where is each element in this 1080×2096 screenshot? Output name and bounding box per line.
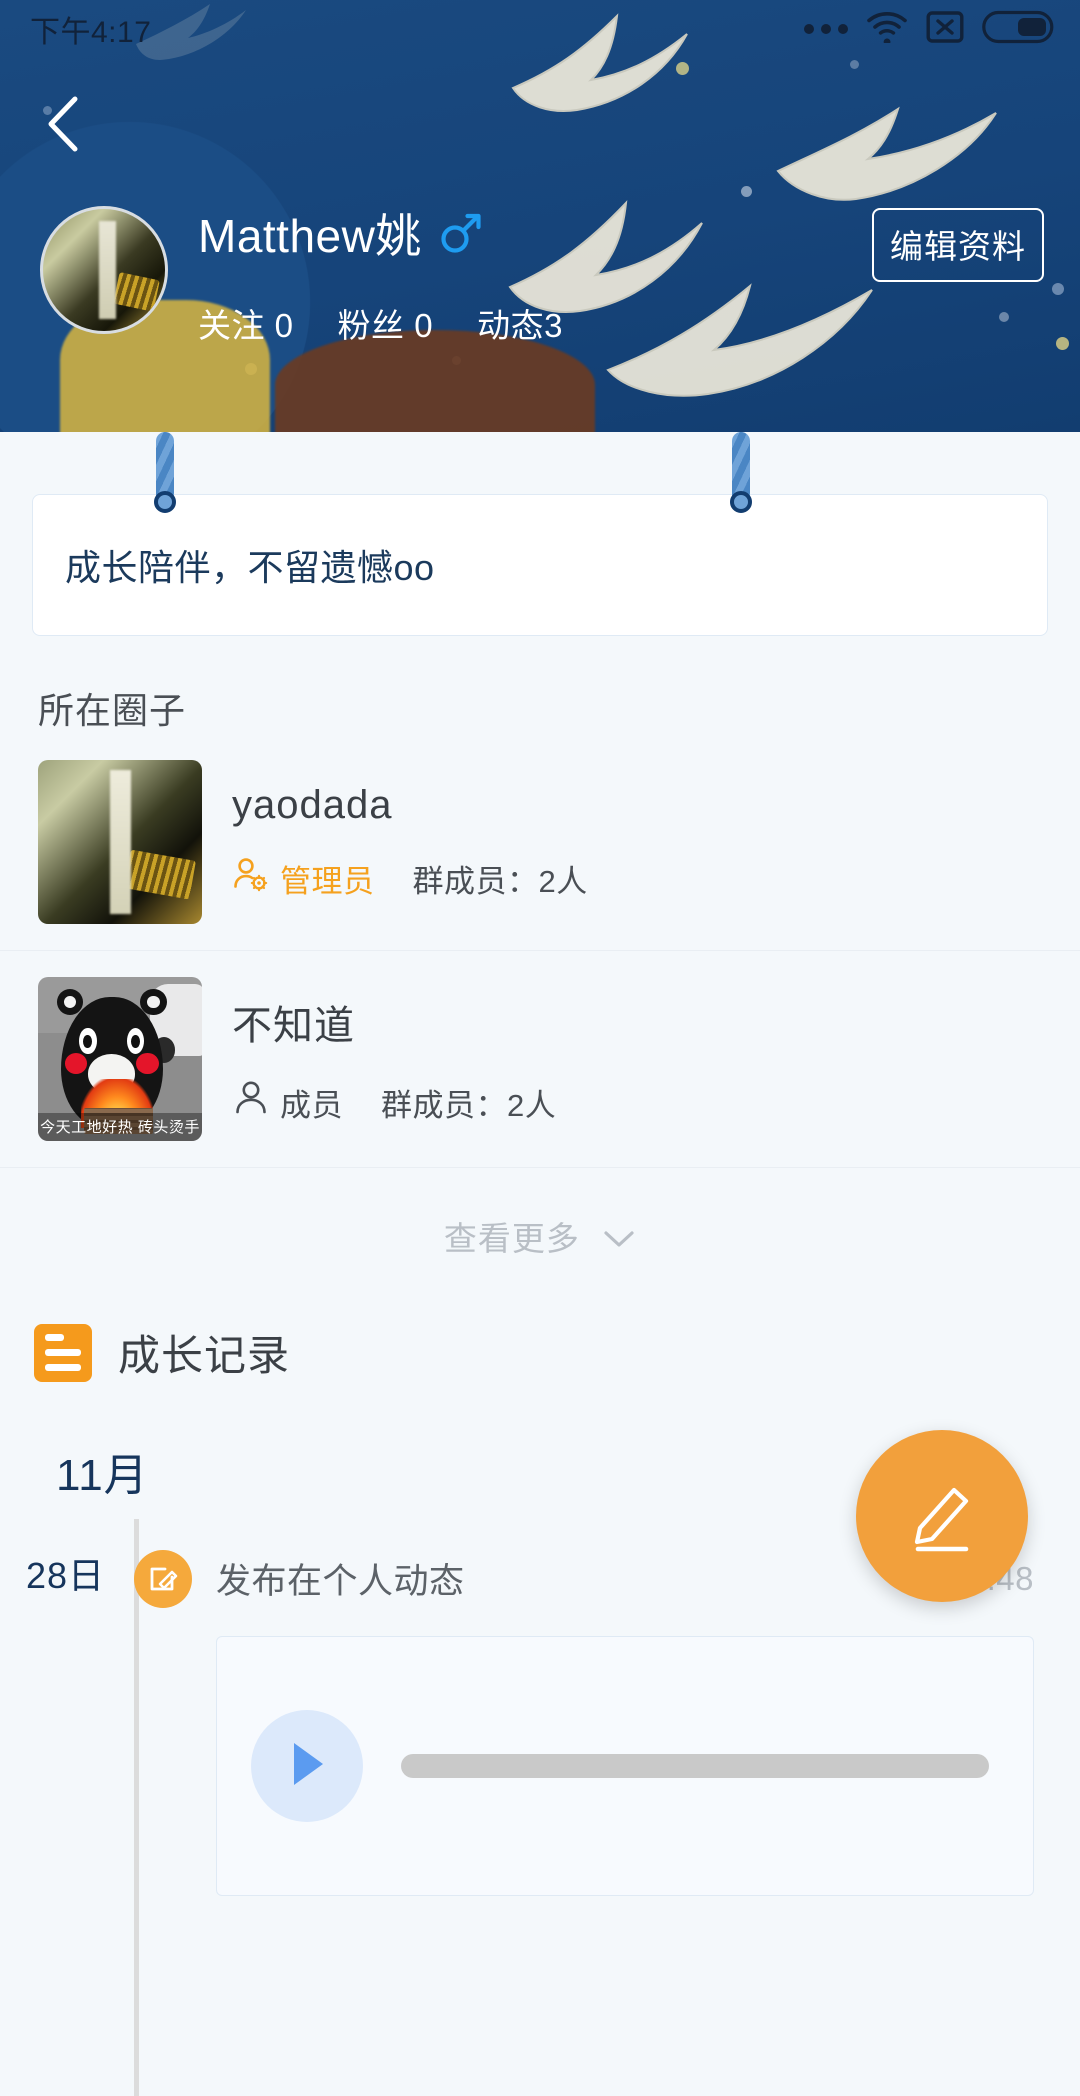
confetti-dot [999,312,1009,322]
group-role: 管理员 [232,856,375,902]
timeline-line [134,1519,139,2096]
bear-eye-icon [79,1028,97,1055]
group-role-label: 管理员 [280,864,375,899]
edit-profile-button[interactable]: 编辑资料 [872,208,1044,282]
play-icon [285,1739,329,1794]
confetti-dot [1056,337,1069,350]
confetti-dot [850,60,859,69]
bird-decoration [772,95,1002,225]
status-time: 下午4:17 [30,16,152,49]
play-button[interactable] [251,1710,363,1822]
bio-card[interactable]: 成长陪伴，不留遗憾oo [32,494,1048,636]
male-gender-icon [438,210,484,261]
group-name: 不知道 [232,1004,355,1048]
bear-ear-icon [140,988,167,1016]
group-member-count: 群成员：2人 [381,1087,557,1123]
user-icon [232,1079,270,1125]
group-meta: 成员 群成员：2人 [232,1079,1048,1125]
confetti-dot [676,62,689,75]
wifi-icon [866,11,908,48]
stat-following[interactable]: 关注 0 [198,299,294,347]
bear-cheek-icon [136,1053,159,1075]
profile-header: 下午4:17 Matthew姚 关注 0 粉丝 0 动态3 编辑资料 [0,0,1080,432]
group-member-count: 群成员：2人 [412,864,588,899]
timeline-entry-label: 发布在个人动态 [216,1562,465,1601]
view-more-label: 查看更多 [443,1220,580,1257]
groups-section-title: 所在圈子 [38,690,187,731]
stat-posts[interactable]: 动态3 [477,299,563,347]
group-name: yaodada [232,782,393,827]
audio-player-card[interactable] [216,1636,1034,1896]
pin-right-icon [730,432,752,513]
growth-record-header: 成长记录 [0,1300,1080,1383]
confetti-dot [1052,283,1064,295]
view-more-button[interactable]: 查看更多 [0,1168,1080,1300]
back-button[interactable] [26,88,102,164]
pin-left-icon [154,432,176,513]
bio-section: 成长陪伴，不留遗憾oo [0,432,1080,636]
audio-progress-bar[interactable] [401,1754,989,1778]
user-gear-icon [232,856,270,902]
group-role: 成员 [232,1079,343,1125]
group-avatar-caption: 今天工地好热 砖头烫手 [38,1113,202,1141]
timeline: 28日 发布在个人动态 11-2 :48 [0,1519,1080,2096]
profile-info: Matthew姚 关注 0 粉丝 0 动态3 [198,206,563,347]
growth-record-title: 成长记录 [118,1332,291,1379]
status-icon-group [804,10,1054,49]
chevron-down-icon [602,1220,636,1258]
bear-cheek-icon [65,1053,88,1075]
list-item[interactable]: 今天工地好热 砖头烫手 不知道 成员 群成员：2人 [0,951,1080,1168]
profile-block: Matthew姚 关注 0 粉丝 0 动态3 [40,206,563,347]
name-line: Matthew姚 [198,210,563,261]
group-avatar: 今天工地好热 砖头烫手 [38,977,202,1141]
stat-followers[interactable]: 粉丝 0 [338,299,434,347]
list-icon [34,1323,92,1382]
compose-fab-button[interactable] [856,1430,1028,1602]
profile-stats: 关注 0 粉丝 0 动态3 [198,299,563,347]
timeline-day: 28日 [26,1555,106,1596]
list-item[interactable]: yaodada 管理员 群成员：2人 [0,734,1080,951]
sim-x-icon [926,10,964,49]
pencil-icon [898,1470,986,1563]
back-chevron-icon [43,93,85,160]
timeline-entry: 发布在个人动态 11-2 :48 [134,1549,1080,1896]
group-role-label: 成员 [280,1087,343,1123]
battery-icon [982,10,1054,49]
confetti-dot [741,186,752,197]
group-avatar [38,760,202,924]
group-meta: 管理员 群成员：2人 [232,856,1048,902]
status-bar: 下午4:17 [0,0,1080,58]
bear-eye-icon [127,1028,145,1055]
edit-note-icon [134,1549,192,1608]
bear-ear-icon [56,988,84,1016]
group-info: 不知道 成员 群成员：2人 [232,993,1048,1125]
bird-decoration [600,270,880,420]
avatar[interactable] [40,206,168,334]
group-info: yaodada 管理员 群成员：2人 [232,783,1048,902]
bio-text: 成长陪伴，不留遗憾oo [65,547,435,588]
more-dots-icon [804,24,848,34]
username: Matthew姚 [198,209,422,262]
